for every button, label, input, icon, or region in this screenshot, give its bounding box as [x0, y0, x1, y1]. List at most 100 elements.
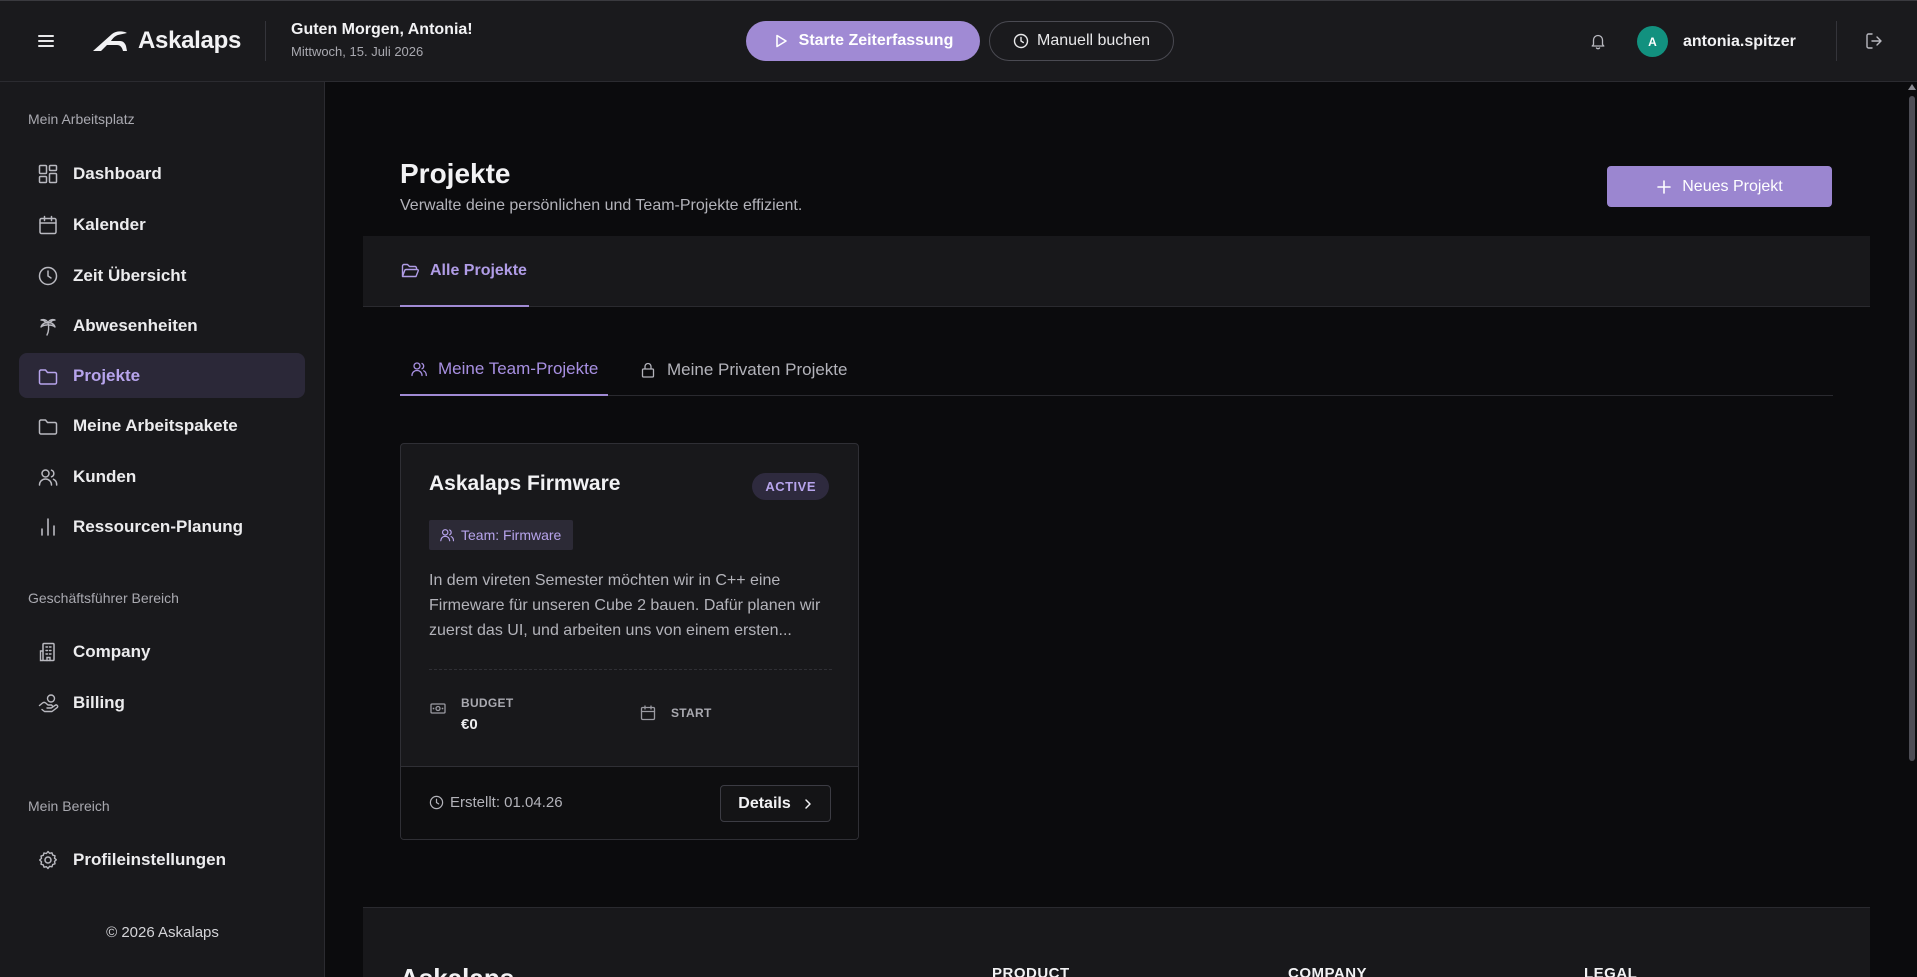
- sidebar-item-label: Kunden: [73, 466, 137, 486]
- section-label-workspace: Mein Arbeitsplatz: [28, 111, 135, 127]
- sidebar-item-work-packages[interactable]: Meine Arbeitspakete: [19, 403, 305, 448]
- chevron-right-icon: [804, 798, 811, 809]
- sidebar: Mein Arbeitsplatz Dashboard Kalender Zei…: [0, 82, 325, 977]
- footer-brand: Askalaps: [400, 963, 514, 977]
- project-subtabs: Meine Team-Projekte Meine Privaten Proje…: [400, 344, 1833, 396]
- new-project-label: Neues Projekt: [1682, 177, 1783, 195]
- avatar[interactable]: A: [1637, 26, 1668, 57]
- bar-chart-icon: [41, 517, 55, 536]
- current-date: Mittwoch, 15. Juli 2026: [291, 44, 424, 59]
- start-label: START: [671, 706, 712, 720]
- card-divider: [429, 669, 832, 670]
- lock-icon: [641, 362, 655, 378]
- sidebar-item-label: Billing: [73, 692, 125, 712]
- hand-coins-icon: [38, 693, 59, 712]
- top-bar: Askalaps Guten Morgen, Antonia! Mittwoch…: [0, 0, 1917, 82]
- scrollbar-thumb[interactable]: [1909, 96, 1915, 761]
- clock-icon: [1013, 33, 1029, 49]
- gear-icon: [39, 850, 57, 869]
- sidebar-item-time-overview[interactable]: Zeit Übersicht: [19, 253, 305, 298]
- scrollbar[interactable]: [1906, 82, 1917, 977]
- start-meta: START: [639, 705, 712, 722]
- budget-label: BUDGET: [461, 696, 514, 710]
- project-tabs: Alle Projekte: [363, 236, 1870, 307]
- details-label: Details: [738, 794, 791, 812]
- sidebar-item-billing[interactable]: Billing: [19, 680, 305, 725]
- created-date: Erstellt: 01.04.26: [429, 794, 563, 811]
- tab-team-projects[interactable]: Meine Team-Projekte: [400, 344, 609, 396]
- footer-col-company: COMPANY: [1288, 965, 1368, 977]
- palm-tree-icon: [40, 318, 56, 336]
- budget-value: €0: [461, 716, 478, 733]
- folder-icon: [38, 368, 58, 385]
- team-tag: Team: Firmware: [429, 520, 574, 550]
- details-button[interactable]: Details: [720, 785, 831, 822]
- section-label-management: Geschäftsführer Bereich: [28, 590, 179, 606]
- dashboard-icon: [38, 164, 58, 183]
- sidebar-item-customers[interactable]: Kunden: [19, 454, 305, 499]
- logout-icon[interactable]: [1864, 31, 1884, 51]
- created-date-label: Erstellt: 01.04.26: [450, 794, 563, 811]
- askalaps-logo-icon: [93, 31, 127, 51]
- section-label-personal: Mein Bereich: [28, 798, 110, 814]
- username[interactable]: antonia.spitzer: [1683, 33, 1796, 51]
- page-subtitle: Verwalte deine persönlichen und Team-Pro…: [400, 197, 803, 214]
- start-time-tracking-label: Starte Zeiterfassung: [798, 32, 954, 49]
- manual-booking-button[interactable]: Manuell buchen: [989, 21, 1174, 61]
- banknote-icon: [430, 703, 446, 714]
- sidebar-item-label: Meine Arbeitspakete: [73, 415, 238, 435]
- budget-meta: BUDGET €0: [429, 696, 513, 733]
- sidebar-item-label: Ressourcen-Planung: [73, 516, 244, 536]
- users-icon: [38, 468, 58, 486]
- sidebar-item-dashboard[interactable]: Dashboard: [19, 151, 305, 196]
- sidebar-item-label: Zeit Übersicht: [73, 265, 187, 285]
- folder-open-icon: [401, 263, 419, 277]
- sidebar-item-label: Kalender: [73, 214, 146, 234]
- sidebar-item-resource-planning[interactable]: Ressourcen-Planung: [19, 504, 305, 549]
- footer-col-product: PRODUCT: [992, 965, 1070, 977]
- header-divider: [265, 21, 266, 61]
- copyright: © 2026 Askalaps: [106, 924, 219, 941]
- play-icon: [775, 34, 787, 48]
- sidebar-item-label: Profileinstellungen: [73, 849, 227, 869]
- footer-col-legal: LEGAL: [1584, 965, 1638, 977]
- tab-all-projects-label: Alle Projekte: [430, 261, 527, 279]
- sidebar-item-calendar[interactable]: Kalender: [19, 202, 305, 247]
- users-icon: [411, 362, 427, 377]
- main-content: Projekte Verwalte deine persönlichen und…: [326, 82, 1917, 977]
- page-footer: Askalaps PRODUCT COMPANY LEGAL: [363, 907, 1870, 977]
- greeting-text: Guten Morgen, Antonia!: [291, 21, 473, 38]
- manual-booking-label: Manuell buchen: [1037, 32, 1150, 49]
- plus-icon: [1657, 179, 1672, 194]
- sidebar-item-label: Dashboard: [73, 163, 162, 183]
- clock-icon: [38, 266, 58, 285]
- sidebar-item-label: Projekte: [73, 365, 141, 385]
- status-badge: ACTIVE: [752, 473, 829, 500]
- sidebar-item-projects[interactable]: Projekte: [19, 353, 305, 398]
- brand-name: Askalaps: [138, 27, 241, 54]
- tab-private-projects[interactable]: Meine Privaten Projekte: [639, 344, 847, 396]
- sidebar-item-company[interactable]: Company: [19, 629, 305, 674]
- new-project-button[interactable]: Neues Projekt: [1607, 166, 1832, 207]
- tab-all-projects[interactable]: Alle Projekte: [400, 236, 529, 307]
- menu-icon[interactable]: [36, 31, 56, 51]
- sidebar-item-absences[interactable]: Abwesenheiten: [19, 303, 305, 348]
- calendar-icon: [640, 705, 656, 721]
- project-description: In dem vireten Semester möchten wir in C…: [429, 572, 821, 639]
- page-title: Projekte: [400, 158, 511, 189]
- brand-logo[interactable]: Askalaps: [92, 27, 241, 55]
- users-icon: [440, 529, 455, 542]
- bell-icon[interactable]: [1589, 32, 1607, 50]
- project-title: Askalaps Firmware: [429, 472, 621, 495]
- folder-icon: [38, 418, 58, 435]
- building-icon: [39, 642, 55, 661]
- start-time-tracking-button[interactable]: Starte Zeiterfassung: [746, 21, 980, 61]
- sidebar-item-profile-settings[interactable]: Profileinstellungen: [19, 837, 305, 882]
- sidebar-item-label: Company: [73, 641, 151, 661]
- project-card[interactable]: Askalaps Firmware ACTIVE Team: Firmware …: [400, 443, 859, 840]
- team-tag-label: Team: Firmware: [461, 527, 562, 543]
- scroll-up-arrow-icon[interactable]: [1908, 84, 1916, 90]
- greeting-block: Guten Morgen, Antonia! Mittwoch, 15. Jul…: [291, 21, 473, 59]
- header-divider-right: [1836, 21, 1837, 61]
- tab-private-projects-label: Meine Privaten Projekte: [667, 360, 848, 379]
